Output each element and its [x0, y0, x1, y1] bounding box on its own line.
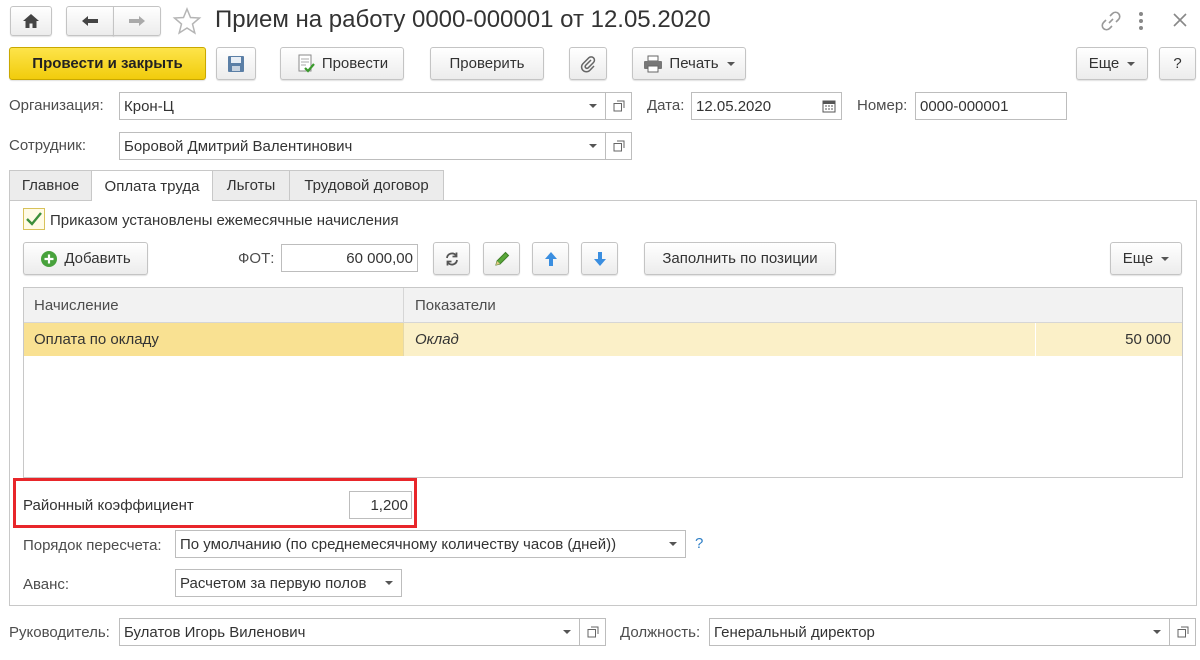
employee-dropdown[interactable]: [580, 132, 606, 160]
manager-field[interactable]: Булатов Игорь Виленович: [119, 618, 555, 646]
chevron-down-icon: [668, 542, 677, 546]
table-row[interactable]: Оплата по окладу Оклад 50 000: [24, 323, 1182, 356]
date-field[interactable]: 12.05.2020: [691, 92, 817, 120]
calendar-icon: [822, 100, 835, 113]
checkmark-icon: [26, 212, 42, 226]
manager-label: Руководитель:: [9, 624, 110, 641]
fot-label: ФОТ:: [238, 250, 275, 267]
organization-dropdown[interactable]: [580, 92, 606, 120]
employee-open-button[interactable]: [606, 132, 632, 160]
manager-open-button[interactable]: [580, 618, 606, 646]
home-icon: [23, 14, 39, 28]
refresh-button[interactable]: [433, 242, 470, 275]
more-button[interactable]: Еще: [1076, 47, 1148, 80]
date-label: Дата:: [647, 97, 685, 114]
recalc-order-field[interactable]: По умолчанию (по среднемесячному количес…: [175, 530, 661, 558]
advance-dropdown[interactable]: [376, 569, 402, 597]
arrow-left-icon: [82, 16, 98, 26]
accrual-cell: Оплата по окладу: [24, 323, 403, 356]
save-button[interactable]: [216, 47, 256, 80]
arrow-up-icon: [544, 251, 557, 266]
table-more-button[interactable]: Еще: [1110, 242, 1182, 275]
home-button[interactable]: [10, 6, 52, 36]
accruals-table: Начисление Показатели Оплата по окладу О…: [23, 287, 1183, 478]
link-icon[interactable]: [1100, 10, 1122, 35]
recalc-help-link[interactable]: ?: [695, 535, 703, 552]
organization-label: Организация:: [9, 97, 104, 114]
regional-coefficient-field[interactable]: 1,200: [349, 491, 412, 519]
indicator-cell: Оклад: [415, 331, 459, 348]
post-button[interactable]: Провести: [280, 47, 404, 80]
calendar-button[interactable]: [816, 92, 842, 120]
chevron-down-icon: [726, 61, 735, 66]
check-button[interactable]: Проверить: [430, 47, 544, 80]
column-header-accrual[interactable]: Начисление: [34, 297, 119, 314]
advance-label: Аванс:: [23, 576, 70, 593]
indicator-value-cell: 50 000: [1125, 331, 1171, 348]
move-down-button[interactable]: [581, 242, 618, 275]
chevron-down-icon: [562, 630, 571, 634]
recalc-order-label: Порядок пересчета:: [23, 537, 162, 554]
favorite-star-icon[interactable]: [172, 6, 202, 39]
page-title: Прием на работу 0000-000001 от 12.05.202…: [215, 6, 711, 33]
position-open-button[interactable]: [1170, 618, 1196, 646]
chevron-down-icon: [1152, 630, 1161, 634]
tab-payment[interactable]: Оплата труда: [91, 170, 213, 201]
pencil-icon: [494, 251, 509, 266]
chevron-down-icon: [384, 581, 393, 585]
manager-dropdown[interactable]: [554, 618, 580, 646]
regional-coefficient-label: Районный коэффициент: [23, 497, 194, 514]
open-window-icon: [613, 140, 624, 152]
number-label: Номер:: [857, 97, 908, 114]
help-button[interactable]: ?: [1159, 47, 1196, 80]
add-button[interactable]: Добавить: [23, 242, 148, 275]
move-up-button[interactable]: [532, 242, 569, 275]
open-window-icon: [1177, 626, 1188, 638]
organization-field[interactable]: Крон-Ц: [119, 92, 581, 120]
monthly-accruals-checkbox[interactable]: [23, 208, 45, 230]
column-header-indicators[interactable]: Показатели: [415, 297, 496, 314]
employee-label: Сотрудник:: [9, 137, 87, 154]
advance-field[interactable]: Расчетом за первую полов: [175, 569, 377, 597]
close-icon[interactable]: [1172, 12, 1188, 31]
open-window-icon: [613, 100, 624, 112]
paperclip-icon: [580, 55, 596, 73]
menu-dots-icon[interactable]: [1138, 10, 1144, 35]
attach-button[interactable]: [569, 47, 607, 80]
refresh-icon: [445, 252, 458, 265]
employee-field[interactable]: Боровой Дмитрий Валентинович: [119, 132, 581, 160]
open-window-icon: [587, 626, 598, 638]
table-header: Начисление Показатели: [24, 288, 1182, 323]
forward-button[interactable]: [113, 6, 161, 36]
tab-labor-contract[interactable]: Трудовой договор: [289, 170, 444, 200]
position-label: Должность:: [620, 624, 701, 641]
post-document-icon: [298, 54, 315, 73]
printer-icon: [644, 55, 663, 72]
number-field[interactable]: 0000-000001: [915, 92, 1067, 120]
chevron-down-icon: [1127, 61, 1136, 66]
edit-button[interactable]: [483, 242, 520, 275]
floppy-disk-icon: [228, 55, 244, 72]
arrow-down-icon: [593, 251, 606, 266]
fot-field[interactable]: 60 000,00: [281, 244, 418, 272]
add-icon: [41, 250, 58, 267]
back-button[interactable]: [66, 6, 114, 36]
position-dropdown[interactable]: [1144, 618, 1170, 646]
arrow-right-icon: [129, 16, 145, 26]
recalc-order-dropdown[interactable]: [660, 530, 686, 558]
fill-by-position-button[interactable]: Заполнить по позиции: [644, 242, 836, 275]
chevron-down-icon: [588, 104, 597, 108]
monthly-accruals-label: Приказом установлены ежемесячные начисле…: [50, 212, 399, 229]
chevron-down-icon: [588, 144, 597, 148]
print-button[interactable]: Печать: [632, 47, 746, 80]
tab-main[interactable]: Главное: [9, 170, 92, 200]
organization-open-button[interactable]: [606, 92, 632, 120]
post-and-close-button[interactable]: Провести и закрыть: [9, 47, 206, 80]
tab-benefits[interactable]: Льготы: [212, 170, 290, 200]
chevron-down-icon: [1161, 256, 1170, 261]
position-field[interactable]: Генеральный директор: [709, 618, 1145, 646]
